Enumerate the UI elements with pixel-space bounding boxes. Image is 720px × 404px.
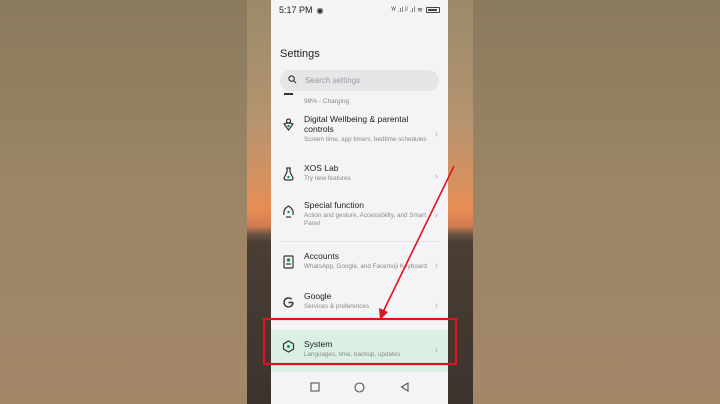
list-item-special-function[interactable]: Special function Action and gesture, Acc… <box>271 195 448 237</box>
chevron-right-icon: › <box>434 345 438 356</box>
list-item-digital-wellbeing[interactable]: Digital Wellbeing & parental controls Sc… <box>271 109 448 158</box>
back-triangle-icon[interactable] <box>399 382 410 393</box>
wellbeing-icon <box>280 117 296 133</box>
navigation-bar <box>271 370 448 404</box>
system-icon <box>280 338 296 354</box>
search-input[interactable]: Search settings <box>280 70 439 91</box>
item-label: Accounts <box>304 251 339 261</box>
recents-square-icon[interactable] <box>309 382 320 393</box>
status-bar: 5:17 PM ◉ ᵂ .ıl ᵝ .ıl ≋ <box>271 0 448 20</box>
home-circle-icon[interactable] <box>354 381 365 393</box>
item-sub: Languages, time, backup, updates <box>304 351 401 358</box>
background-right <box>473 0 720 404</box>
chevron-right-icon: › <box>434 210 438 221</box>
background-left <box>0 0 247 404</box>
item-sub: Services & preferences <box>304 303 370 310</box>
special-function-icon <box>280 203 296 219</box>
signal-icon: ᵂ .ıl ᵝ .ıl ≋ <box>391 7 423 14</box>
chevron-right-icon: › <box>434 129 438 140</box>
chevron-right-icon: › <box>434 260 438 271</box>
location-icon: ◉ <box>316 5 324 15</box>
item-label: System <box>304 339 333 349</box>
item-sub: Screen time, app timers, bedtime schedul… <box>304 136 427 143</box>
google-icon <box>280 294 296 310</box>
list-item-xos-lab[interactable]: XOS Lab Try new features › <box>271 158 448 195</box>
lab-flask-icon <box>280 166 296 182</box>
list-item-google[interactable]: Google Services & preferences › <box>271 286 448 326</box>
chevron-right-icon: › <box>434 171 438 182</box>
item-label: Special function <box>304 200 365 210</box>
list-item-battery[interactable]: 98% - Charging <box>271 93 448 109</box>
page-title: Settings <box>280 48 320 60</box>
item-sub: Action and gesture, Accessibility, and S… <box>304 212 427 227</box>
chevron-right-icon: › <box>434 300 438 311</box>
status-time: 5:17 PM <box>279 5 313 15</box>
section-divider <box>280 241 439 242</box>
phone-screen: 5:17 PM ◉ ᵂ .ıl ᵝ .ıl ≋ Settings Search … <box>271 0 448 404</box>
settings-list: 98% - Charging Digital Wellbeing & paren… <box>271 93 448 372</box>
list-item-accounts[interactable]: Accounts WhatsApp, Google, and Facemoji … <box>271 246 448 286</box>
accounts-icon <box>280 254 296 270</box>
item-label: Digital Wellbeing & parental controls <box>304 114 409 134</box>
item-label: XOS Lab <box>304 163 339 173</box>
item-label: Google <box>304 291 332 301</box>
item-sub: WhatsApp, Google, and Facemoji Keyboard <box>304 263 427 270</box>
battery-item-icon <box>284 93 293 95</box>
item-sub: Try new features <box>304 175 351 182</box>
search-icon <box>288 75 297 86</box>
list-item-system[interactable]: System Languages, time, backup, updates … <box>271 330 448 372</box>
battery-item-sub: 98% - Charging <box>304 97 350 105</box>
battery-icon <box>426 7 440 13</box>
search-placeholder: Search settings <box>305 76 361 85</box>
